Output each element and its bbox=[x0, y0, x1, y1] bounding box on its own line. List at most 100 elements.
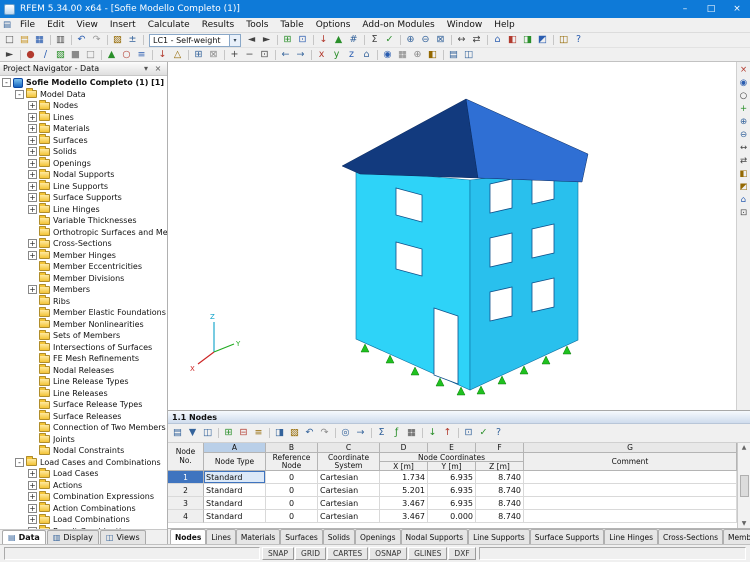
tree-item[interactable]: + Load Cases bbox=[0, 468, 167, 480]
help-icon[interactable]: ? bbox=[571, 34, 586, 47]
tree-expander-icon[interactable]: + bbox=[28, 504, 37, 513]
new-surface-icon[interactable]: ▧ bbox=[53, 48, 68, 61]
tree-item[interactable]: Connection of Two Members bbox=[0, 422, 167, 434]
table-tab[interactable]: Surface Supports bbox=[530, 529, 605, 544]
view-x-icon[interactable]: ◧ bbox=[505, 34, 520, 47]
tree-expander-icon[interactable]: + bbox=[28, 182, 37, 191]
column-letter[interactable]: A bbox=[204, 443, 266, 453]
tree-item[interactable]: + Action Combinations bbox=[0, 503, 167, 515]
function-icon[interactable]: ƒ bbox=[389, 427, 404, 440]
table-tab[interactable]: Nodal Supports bbox=[401, 529, 469, 544]
table-tab[interactable]: Surfaces bbox=[280, 529, 322, 544]
render-mode-icon[interactable]: ◉ bbox=[380, 48, 395, 61]
maximize-button[interactable]: □ bbox=[698, 0, 724, 18]
navigator-tab[interactable]: ▥ Display bbox=[47, 530, 99, 544]
status-toggle[interactable]: OSNAP bbox=[369, 547, 407, 560]
view-top-icon[interactable]: ◩ bbox=[737, 181, 750, 193]
tree-item[interactable]: Variable Thicknesses bbox=[0, 215, 167, 227]
table-tab[interactable]: Lines bbox=[206, 529, 236, 544]
tree-expander-icon[interactable] bbox=[28, 412, 37, 421]
previous-view-icon[interactable]: ← bbox=[278, 48, 293, 61]
tree-expander-icon[interactable] bbox=[28, 366, 37, 375]
table-tab[interactable]: Openings bbox=[355, 529, 401, 544]
row-number[interactable]: 1 bbox=[168, 471, 204, 484]
paste-icon[interactable]: ▧ bbox=[287, 427, 302, 440]
cell-comment[interactable] bbox=[524, 497, 737, 510]
menu-item[interactable]: Insert bbox=[104, 18, 142, 32]
table-row[interactable]: 3 Standard 0 Cartesian 3.467 6.935 8.740 bbox=[168, 497, 737, 510]
tree-expander-icon[interactable]: + bbox=[28, 159, 37, 168]
3d-viewport[interactable]: Z Y X bbox=[168, 62, 736, 410]
cell-z[interactable]: 8.740 bbox=[476, 471, 524, 484]
tree-item[interactable]: Line Release Types bbox=[0, 376, 167, 388]
tree-expander-icon[interactable]: + bbox=[28, 170, 37, 179]
tree-item[interactable]: - Sofie Modello Completo (1) [1] bbox=[0, 77, 167, 89]
orbit-icon[interactable]: ⇄ bbox=[737, 155, 750, 167]
undo-icon[interactable]: ↶ bbox=[302, 427, 317, 440]
tree-expander-icon[interactable]: - bbox=[15, 458, 24, 467]
isometric-icon[interactable]: ⌂ bbox=[359, 48, 374, 61]
select-rows-icon[interactable]: ⊡ bbox=[461, 427, 476, 440]
table-tab[interactable]: Member Hinges bbox=[723, 529, 750, 544]
table-settings-icon[interactable]: ▤ bbox=[170, 427, 185, 440]
prev-load-case-icon[interactable]: ◄ bbox=[244, 34, 259, 47]
calculate-icon[interactable]: Σ bbox=[367, 34, 382, 47]
table-help-icon[interactable]: ? bbox=[491, 427, 506, 440]
cell-y[interactable]: 6.935 bbox=[428, 497, 476, 510]
tree-item[interactable]: + Cross-Sections bbox=[0, 238, 167, 250]
delete-row-icon[interactable]: ⊟ bbox=[236, 427, 251, 440]
menu-item[interactable]: Edit bbox=[41, 18, 70, 32]
tree-item[interactable]: Ribs bbox=[0, 296, 167, 308]
status-toggle[interactable]: GRID bbox=[295, 547, 326, 560]
tree-expander-icon[interactable]: + bbox=[28, 113, 37, 122]
copy-icon[interactable]: ◨ bbox=[272, 427, 287, 440]
column-letter[interactable]: D bbox=[380, 443, 428, 453]
cell-x[interactable]: 3.467 bbox=[380, 497, 428, 510]
table-tab[interactable]: Nodes bbox=[170, 529, 206, 544]
insert-block-icon[interactable]: ≡ bbox=[251, 427, 266, 440]
menu-item[interactable]: Add-on Modules bbox=[356, 18, 440, 32]
check-entries-icon[interactable]: ✓ bbox=[476, 427, 491, 440]
tree-expander-icon[interactable]: + bbox=[28, 239, 37, 248]
tree-item[interactable]: + Load Combinations bbox=[0, 514, 167, 526]
tree-item[interactable]: + Materials bbox=[0, 123, 167, 135]
minimize-button[interactable]: – bbox=[672, 0, 698, 18]
calculator-icon[interactable]: ▦ bbox=[404, 427, 419, 440]
menu-item[interactable]: Calculate bbox=[142, 18, 196, 32]
tree-expander-icon[interactable] bbox=[28, 320, 37, 329]
zoom-all-icon[interactable]: ⊡ bbox=[257, 48, 272, 61]
show-loads-icon[interactable]: ↓ bbox=[316, 34, 331, 47]
tree-item[interactable]: Line Releases bbox=[0, 388, 167, 400]
next-load-case-icon[interactable]: ► bbox=[259, 34, 274, 47]
menu-item[interactable]: Table bbox=[274, 18, 309, 32]
cell-y[interactable]: 6.935 bbox=[428, 484, 476, 497]
close-icon[interactable]: × bbox=[152, 64, 164, 73]
next-view-icon[interactable]: → bbox=[293, 48, 308, 61]
tree-expander-icon[interactable]: + bbox=[28, 515, 37, 524]
new-line-icon[interactable]: / bbox=[38, 48, 53, 61]
new-model-icon[interactable]: □ bbox=[2, 34, 17, 47]
scrollbar-thumb[interactable] bbox=[740, 475, 749, 497]
show-axes-icon[interactable]: + bbox=[737, 103, 750, 115]
table-tab[interactable]: Solids bbox=[323, 529, 355, 544]
tree-expander-icon[interactable]: + bbox=[28, 481, 37, 490]
menu-item[interactable]: Help bbox=[488, 18, 521, 32]
new-support-icon[interactable]: ▲ bbox=[104, 48, 119, 61]
tree-expander-icon[interactable] bbox=[28, 262, 37, 271]
vertical-scrollbar[interactable]: ▲ ▼ bbox=[737, 443, 750, 528]
column-letter[interactable]: E bbox=[428, 443, 476, 453]
tree-expander-icon[interactable] bbox=[28, 308, 37, 317]
tree-item[interactable]: + Actions bbox=[0, 480, 167, 492]
chevron-down-icon[interactable]: ▾ bbox=[229, 35, 240, 46]
cell-reference-node[interactable]: 0 bbox=[266, 497, 318, 510]
tree-item[interactable]: Orthotropic Surfaces and Membra bbox=[0, 227, 167, 239]
new-member-icon[interactable]: ≡ bbox=[134, 48, 149, 61]
tree-expander-icon[interactable]: + bbox=[28, 147, 37, 156]
tree-expander-icon[interactable]: + bbox=[28, 205, 37, 214]
project-manager-icon[interactable]: ▧ bbox=[110, 34, 125, 47]
cell-node-type[interactable]: Standard bbox=[204, 471, 266, 484]
tree-item[interactable]: Surface Release Types bbox=[0, 399, 167, 411]
view-y-icon[interactable]: y bbox=[329, 48, 344, 61]
tree-expander-icon[interactable] bbox=[28, 297, 37, 306]
table-tab[interactable]: Line Supports bbox=[468, 529, 530, 544]
